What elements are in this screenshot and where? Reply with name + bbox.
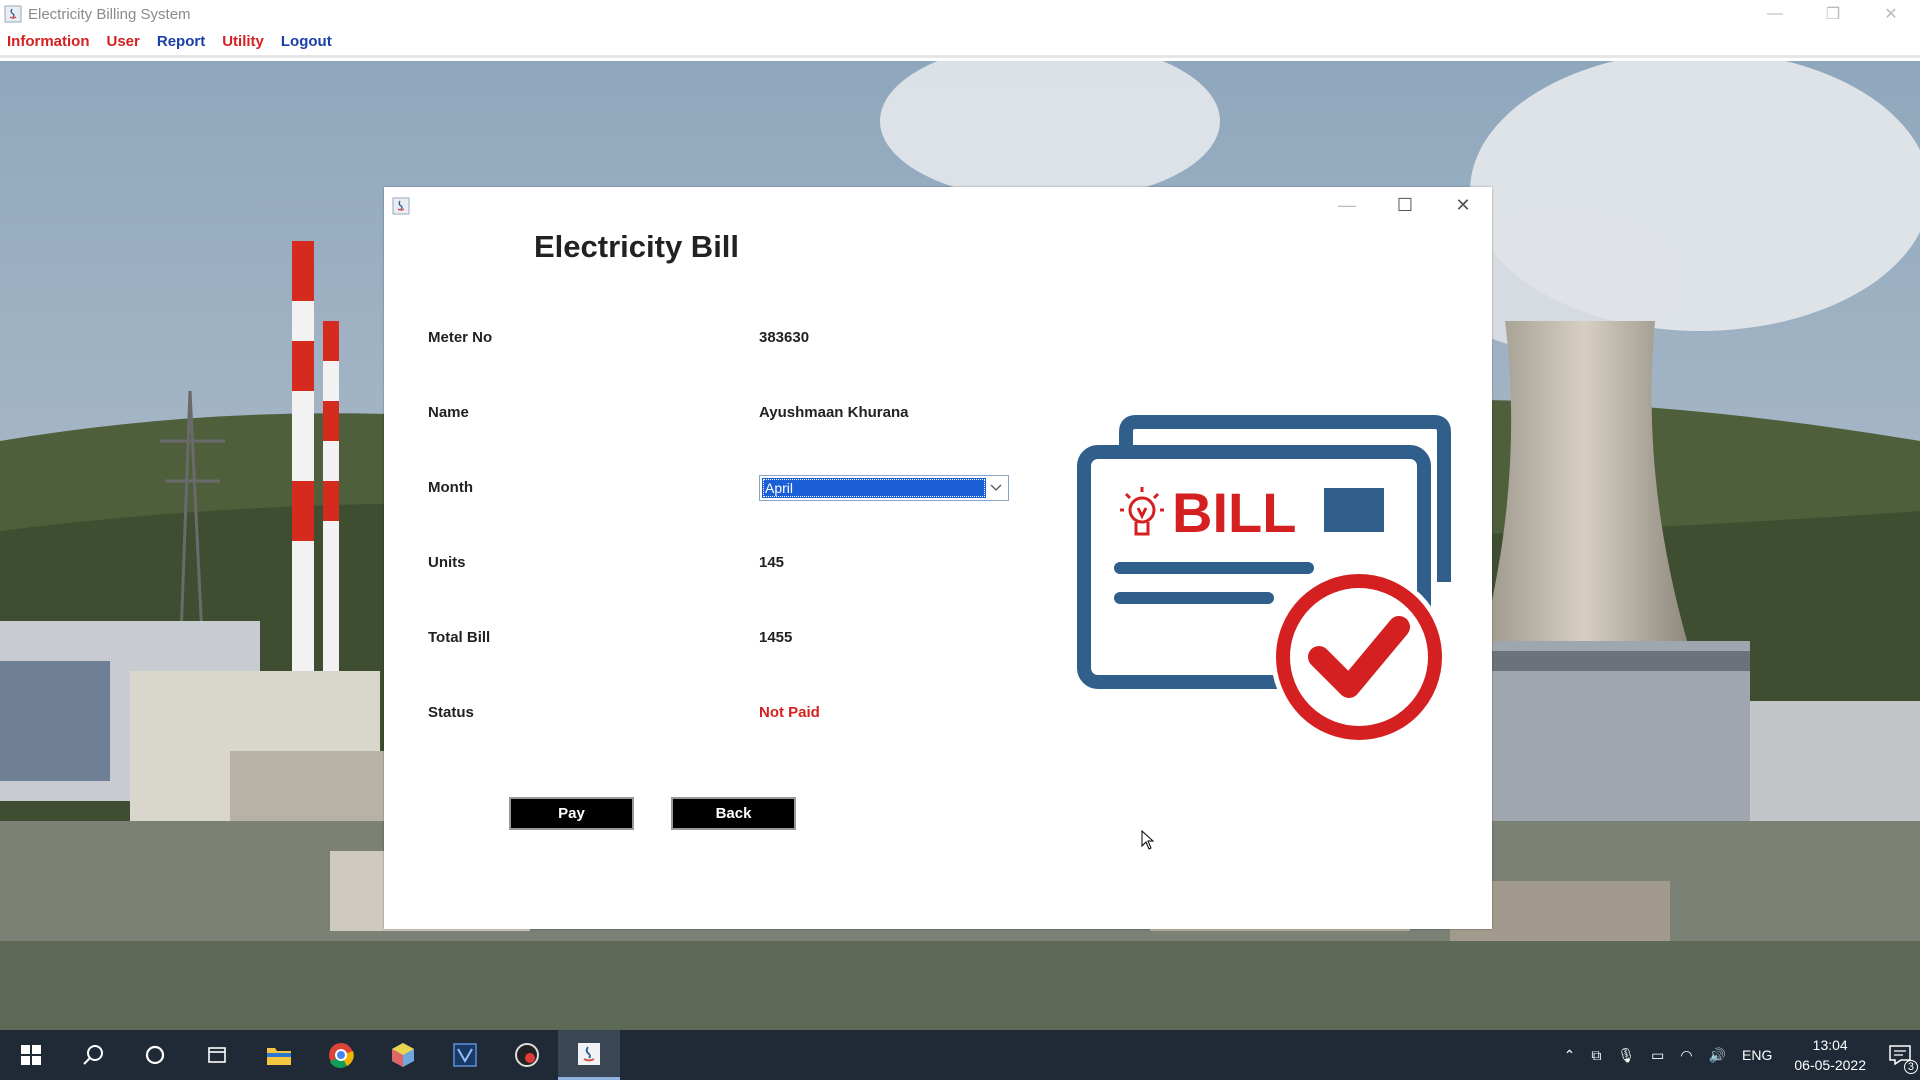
chevron-down-icon[interactable] — [986, 478, 1006, 498]
bill-graphic-text: BILL — [1172, 481, 1296, 544]
app-cube-icon[interactable] — [372, 1030, 434, 1080]
total-bill-value: 1455 — [759, 629, 793, 646]
minimize-button[interactable]: — — [1318, 187, 1376, 223]
java-app-icon — [392, 197, 410, 215]
windows-taskbar: ⌃ ⧉ 🎙 ▭ ◠ 🔊 ENG 13:04 06-05-2022 3 — [0, 1030, 1920, 1080]
restore-button[interactable]: ❐ — [1804, 0, 1862, 28]
wifi-icon[interactable]: ◠ — [1680, 1047, 1692, 1064]
menu-user[interactable]: User — [107, 33, 140, 50]
menu-logout[interactable]: Logout — [281, 33, 332, 50]
name-label: Name — [428, 404, 469, 421]
menu-utility[interactable]: Utility — [222, 33, 264, 50]
app-titlebar: Electricity Billing System — ❐ ✕ — [0, 0, 1920, 28]
maximize-button[interactable]: ☐ — [1376, 187, 1434, 223]
month-selected-value: April — [762, 478, 986, 498]
status-label: Status — [428, 704, 474, 721]
dialog-window-controls: — ☐ ✕ — [1318, 187, 1492, 223]
volume-icon[interactable]: 🔊 — [1709, 1047, 1726, 1064]
menu-report[interactable]: Report — [157, 33, 205, 50]
total-bill-label: Total Bill — [428, 629, 491, 646]
microphone-icon[interactable]: 🎙 — [1617, 1047, 1635, 1064]
chevron-up-icon[interactable]: ⌃ — [1564, 1047, 1576, 1064]
electricity-bill-dialog: — ☐ ✕ Electricity Bill Meter No 383630 N… — [384, 187, 1492, 929]
clock[interactable]: 13:04 06-05-2022 — [1794, 1035, 1866, 1075]
pay-button[interactable]: Pay — [509, 797, 634, 830]
name-value: Ayushmaan Khurana — [759, 404, 909, 421]
chrome-icon[interactable] — [310, 1030, 372, 1080]
units-label: Units — [428, 554, 466, 571]
status-value: Not Paid — [759, 704, 820, 721]
search-icon[interactable] — [62, 1030, 124, 1080]
notification-count-badge: 3 — [1903, 1060, 1918, 1074]
bill-paid-check-icon: BILL — [1077, 415, 1451, 745]
java-app-icon — [4, 5, 22, 23]
back-button[interactable]: Back — [671, 797, 796, 830]
meter-no-value: 383630 — [759, 329, 810, 346]
page-title: Electricity Bill — [534, 229, 740, 264]
menu-information[interactable]: Information — [7, 33, 90, 50]
cortana-icon[interactable] — [124, 1030, 186, 1080]
month-label: Month — [428, 479, 473, 496]
clock-date: 06-05-2022 — [1794, 1057, 1866, 1073]
menu-bar: Information User Report Utility Logout — [0, 28, 1920, 58]
close-button[interactable]: ✕ — [1862, 0, 1920, 28]
month-select[interactable]: April — [759, 475, 1009, 501]
ide-icon[interactable] — [434, 1030, 496, 1080]
java-app-taskbar-icon[interactable] — [558, 1030, 620, 1080]
window-controls: — ❐ ✕ — [1746, 0, 1920, 28]
windows-start-icon[interactable] — [0, 1030, 62, 1080]
clock-time: 13:04 — [1812, 1037, 1848, 1053]
mouse-cursor-icon — [1141, 830, 1155, 850]
close-button[interactable]: ✕ — [1434, 187, 1492, 223]
units-value: 145 — [759, 554, 785, 571]
language-indicator[interactable]: ENG — [1742, 1047, 1772, 1063]
file-explorer-icon[interactable] — [248, 1030, 310, 1080]
dialog-titlebar: — ☐ ✕ — [384, 187, 1492, 223]
meter-no-label: Meter No — [428, 329, 493, 346]
app-title: Electricity Billing System — [28, 5, 191, 23]
network-device-icon[interactable]: ⧉ — [1591, 1047, 1601, 1064]
system-tray: ⌃ ⧉ 🎙 ▭ ◠ 🔊 ENG 13:04 06-05-2022 3 — [1556, 1030, 1920, 1080]
task-view-icon[interactable] — [186, 1030, 248, 1080]
notifications-button[interactable]: 3 — [1880, 1030, 1920, 1080]
battery-icon[interactable]: ▭ — [1651, 1047, 1664, 1064]
recorder-icon[interactable] — [496, 1030, 558, 1080]
minimize-button[interactable]: — — [1746, 0, 1804, 28]
